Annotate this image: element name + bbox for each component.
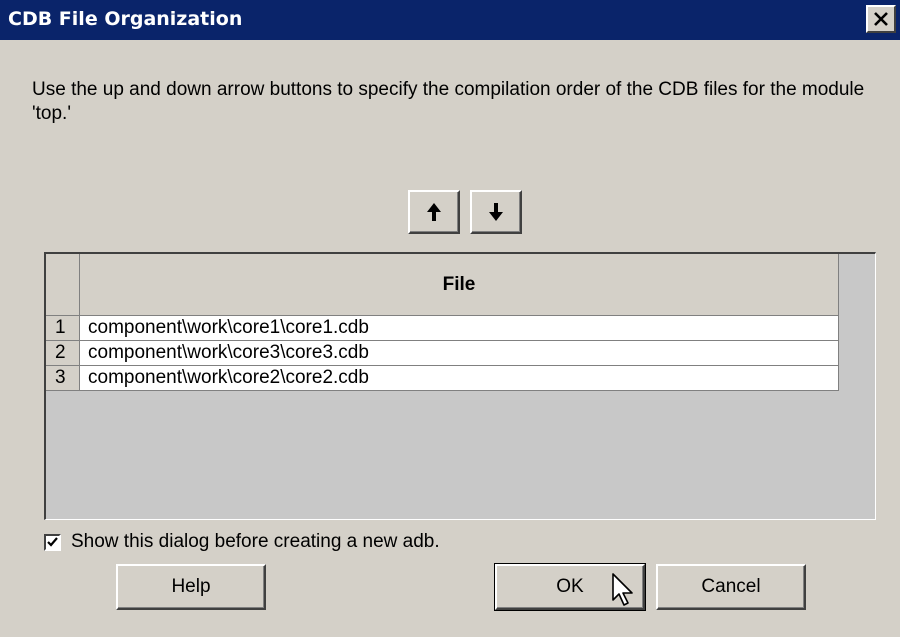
row-number[interactable]: 1 (46, 316, 80, 341)
move-down-button[interactable] (470, 190, 522, 234)
file-cell[interactable]: component\work\core3\core3.cdb (80, 341, 839, 366)
row-number[interactable]: 2 (46, 341, 80, 366)
checkmark-icon (47, 537, 58, 547)
file-cell[interactable]: component\work\core1\core1.cdb (80, 316, 839, 341)
arrow-down-icon (489, 203, 503, 221)
table-row[interactable]: 3 component\work\core2\core2.cdb (46, 366, 839, 391)
file-cell[interactable]: component\work\core2\core2.cdb (80, 366, 839, 391)
grid-corner (46, 254, 80, 316)
table-row[interactable]: 2 component\work\core3\core3.cdb (46, 341, 839, 366)
arrow-up-icon (427, 203, 441, 221)
title-bar: CDB File Organization (0, 0, 900, 40)
row-number[interactable]: 3 (46, 366, 80, 391)
show-dialog-checkbox[interactable] (44, 533, 61, 551)
window-title: CDB File Organization (8, 8, 243, 30)
show-dialog-option[interactable]: Show this dialog before creating a new a… (44, 531, 440, 553)
table-row[interactable]: 1 component\work\core1\core1.cdb (46, 316, 839, 341)
file-column-header[interactable]: File (80, 254, 839, 316)
cancel-button[interactable]: Cancel (656, 564, 806, 610)
mouse-pointer-icon (612, 573, 633, 606)
show-dialog-label[interactable]: Show this dialog before creating a new a… (71, 531, 440, 553)
close-icon (874, 12, 888, 26)
move-up-button[interactable] (408, 190, 460, 234)
help-button[interactable]: Help (116, 564, 266, 610)
cdb-file-grid[interactable]: File 1 component\work\core1\core1.cdb 2 … (44, 252, 876, 520)
instruction-text: Use the up and down arrow buttons to spe… (32, 79, 865, 124)
close-button[interactable] (866, 5, 896, 33)
